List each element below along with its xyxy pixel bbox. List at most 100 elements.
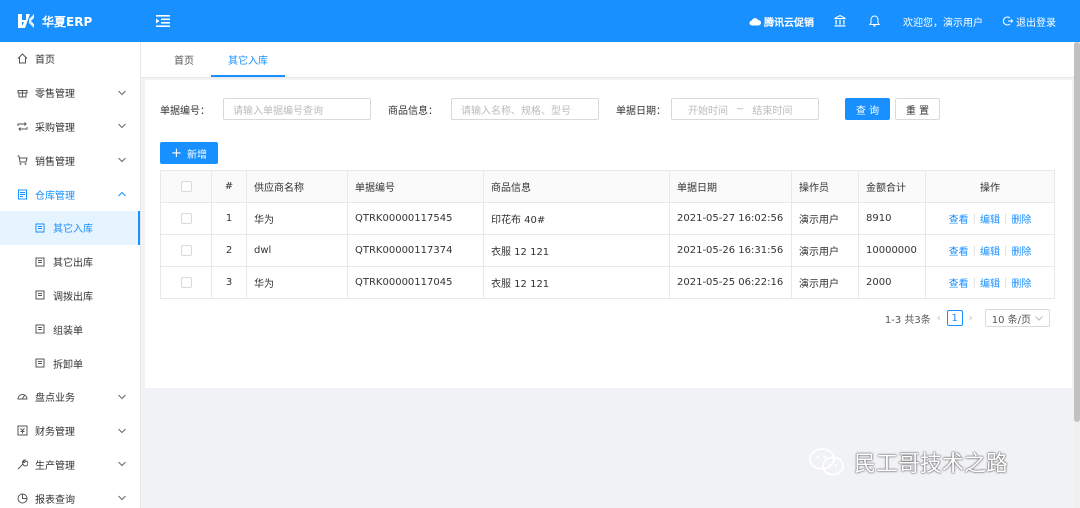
logo[interactable]: 华夏ERP — [0, 0, 141, 42]
sidebar-item-9[interactable]: 拆卸单 — [0, 346, 140, 380]
col-bill-no[interactable]: 单据编号 — [348, 171, 484, 202]
row-operator: 演示用户 — [792, 235, 859, 266]
logout-button[interactable]: 退出登录 — [1003, 14, 1056, 29]
promo-label: 腾讯云促销 — [764, 17, 814, 29]
main-content: 单据编号： 请输入单据编号查询 商品信息： 请输入名称、规格、型号 单据日期： … — [145, 80, 1072, 388]
tool-icon — [16, 458, 28, 470]
edit-link[interactable]: 编辑 — [980, 243, 1000, 258]
col-index: # — [212, 171, 247, 202]
row-index: 2 — [212, 235, 247, 266]
prev-page-icon[interactable]: ‹ — [937, 313, 941, 324]
sidebar-item-13[interactable]: 报表查询 — [0, 481, 140, 508]
delete-link[interactable]: 删除 — [1011, 275, 1031, 290]
cloud-icon — [749, 17, 761, 25]
row-index: 3 — [212, 267, 247, 298]
finance-icon — [16, 425, 28, 437]
home-icon — [16, 53, 28, 65]
select-all-cell — [161, 171, 212, 202]
sidebar-item-2[interactable]: 采购管理 — [0, 110, 140, 144]
row-goods: 衣服 12 121 — [484, 267, 670, 298]
sidebar-item-5[interactable]: 其它入库 — [0, 210, 140, 245]
page-scrollbar[interactable] — [1074, 42, 1080, 508]
row-operator: 演示用户 — [792, 267, 859, 298]
sidebar-item-3[interactable]: 销售管理 — [0, 143, 140, 177]
sidebar-item-7[interactable]: 调拨出库 — [0, 279, 140, 313]
row-date: 2021-05-26 16:31:56 — [670, 235, 792, 266]
row-checkbox[interactable] — [180, 213, 192, 224]
col-operator[interactable]: 操作员 — [792, 171, 859, 202]
sidebar-item-label: 销售管理 — [35, 156, 75, 168]
edit-link[interactable]: 编辑 — [980, 275, 1000, 290]
doc-icon — [34, 357, 46, 369]
sidebar-item-label: 拆卸单 — [53, 359, 83, 371]
sidebar-item-label: 首页 — [35, 55, 55, 67]
sidebar-item-8[interactable]: 组装单 — [0, 312, 140, 346]
table-header-row: # 供应商名称 单据编号 商品信息 单据日期 操作员 金额合计 操作 — [161, 171, 1054, 203]
row-operator: 演示用户 — [792, 203, 859, 234]
reset-button[interactable]: 重 置 — [895, 98, 940, 120]
promo-link[interactable]: 腾讯云促销 — [749, 14, 814, 29]
page-size-select[interactable]: 10 条/页 — [984, 309, 1050, 327]
page-1-button[interactable]: 1 — [946, 310, 963, 326]
col-actions: 操作 — [980, 183, 1000, 194]
action-divider: | — [972, 213, 976, 224]
date-range-picker[interactable]: 开始时间 ~ 结束时间 — [671, 98, 819, 120]
goods-input[interactable]: 请输入名称、规格、型号 — [451, 98, 599, 120]
bank-icon[interactable] — [834, 15, 849, 27]
row-bill-no: QTRK00000117545 — [348, 203, 484, 234]
goods-label: 商品信息： — [388, 105, 438, 117]
tab-other-inbound[interactable]: 其它入库 — [211, 41, 285, 77]
sidebar-item-4[interactable]: 仓库管理 — [0, 177, 140, 211]
row-actions: 查看 | 编辑 | 删除 — [926, 267, 1054, 298]
row-amount: 2000 — [859, 267, 926, 298]
action-divider: | — [972, 245, 976, 256]
scrollbar-thumb[interactable] — [1074, 42, 1080, 422]
table-row: 2 dwl QTRK00000117374 衣服 12 121 2021-05-26 1… — [161, 235, 1054, 267]
dashboard-icon — [16, 391, 28, 403]
query-button[interactable]: 查 询 — [845, 98, 890, 120]
logo-icon — [16, 11, 36, 31]
delete-link[interactable]: 删除 — [1011, 211, 1031, 226]
sidebar-item-label: 采购管理 — [35, 122, 75, 134]
sidebar-item-12[interactable]: 生产管理 — [0, 448, 140, 482]
sidebar-item-10[interactable]: 盘点业务 — [0, 380, 140, 414]
next-page-icon[interactable]: › — [969, 313, 973, 324]
delete-link[interactable]: 删除 — [1011, 243, 1031, 258]
add-button[interactable]: + 新增 — [160, 142, 218, 164]
app-title: 华夏ERP — [42, 14, 93, 29]
row-goods: 衣服 12 121 — [484, 235, 670, 266]
row-checkbox[interactable] — [180, 277, 192, 288]
sidebar-item-0[interactable]: 首页 — [0, 42, 140, 76]
select-all-checkbox[interactable] — [180, 181, 192, 192]
menu-fold-icon[interactable] — [153, 15, 173, 27]
date-end: 结束时间 — [752, 105, 793, 117]
sidebar-item-label: 零售管理 — [35, 89, 75, 101]
col-supplier[interactable]: 供应商名称 — [247, 171, 348, 202]
bill-no-input[interactable]: 请输入单据编号查询 — [223, 98, 371, 120]
sidebar-item-1[interactable]: 零售管理 — [0, 76, 140, 110]
edit-link[interactable]: 编辑 — [980, 211, 1000, 226]
tab-home[interactable]: 首页 — [157, 41, 211, 77]
row-checkbox[interactable] — [180, 245, 192, 256]
chevron-down-icon — [118, 155, 126, 166]
sidebar-item-11[interactable]: 财务管理 — [0, 414, 140, 448]
sidebar-item-label: 盘点业务 — [35, 393, 75, 405]
doc-icon — [34, 323, 46, 335]
action-divider: | — [1004, 245, 1008, 256]
view-link[interactable]: 查看 — [949, 275, 969, 290]
row-amount: 8910 — [859, 203, 926, 234]
action-divider: | — [1004, 213, 1008, 224]
col-amount[interactable]: 金额合计 — [859, 171, 926, 202]
col-date[interactable]: 单据日期 — [670, 171, 792, 202]
sidebar-item-label: 其它出库 — [53, 258, 93, 270]
doc-icon — [34, 289, 46, 301]
page-size-value: 10 条/页 — [991, 314, 1031, 326]
view-link[interactable]: 查看 — [949, 243, 969, 258]
sidebar-item-label: 组装单 — [53, 325, 83, 337]
view-link[interactable]: 查看 — [949, 211, 969, 226]
col-goods[interactable]: 商品信息 — [484, 171, 670, 202]
sidebar-item-6[interactable]: 其它出库 — [0, 245, 140, 279]
top-header: 华夏ERP 腾讯云促销 欢迎您，演示用户 退出登录 — [0, 0, 1080, 42]
row-actions: 查看 | 编辑 | 删除 — [926, 203, 1054, 234]
bell-icon[interactable] — [869, 15, 883, 27]
